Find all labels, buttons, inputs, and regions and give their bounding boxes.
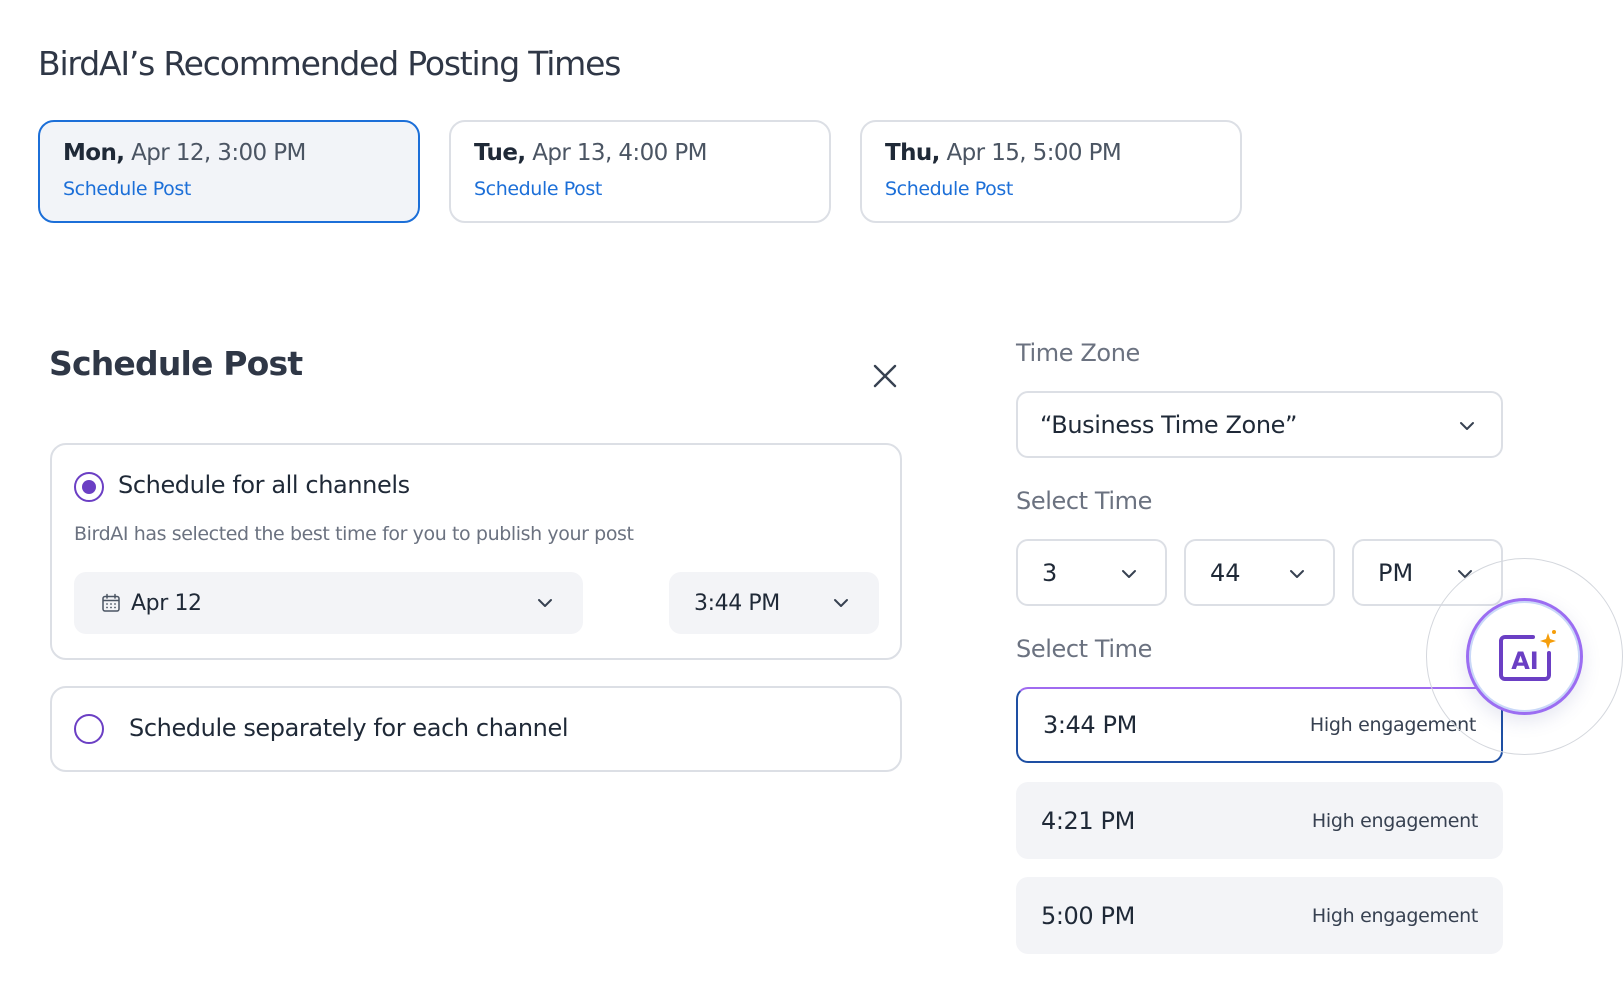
- suggested-time-label: Select Time: [1016, 635, 1153, 663]
- schedule-separately-label[interactable]: Schedule separately for each channel: [129, 714, 568, 742]
- chevron-down-icon: [1457, 416, 1477, 436]
- time-select[interactable]: 3:44 PM: [669, 572, 879, 634]
- time-slot-engagement: High engagement: [1311, 904, 1478, 927]
- recommended-day: Mon,: [63, 140, 125, 166]
- time-slot-time: 3:44 PM: [1043, 711, 1137, 739]
- hour-select[interactable]: 3: [1016, 539, 1167, 606]
- time-slot[interactable]: 3:44 PM High engagement: [1016, 687, 1503, 763]
- meridiem-value: PM: [1378, 558, 1414, 587]
- schedule-separately-radio[interactable]: [74, 714, 104, 744]
- recommended-card-thu[interactable]: Thu, Apr 15, 5:00 PM Schedule Post: [860, 120, 1242, 223]
- time-slot[interactable]: 4:21 PM High engagement: [1016, 782, 1503, 859]
- time-slot[interactable]: 5:00 PM High engagement: [1016, 877, 1503, 954]
- schedule-all-channels-label[interactable]: Schedule for all channels: [118, 471, 410, 499]
- close-button[interactable]: [870, 361, 900, 391]
- date-select[interactable]: Apr 12: [74, 572, 583, 634]
- recommended-title: BirdAI’s Recommended Posting Times: [38, 44, 621, 83]
- chevron-down-icon: [1119, 564, 1139, 584]
- schedule-post-link[interactable]: Schedule Post: [474, 178, 602, 200]
- ai-badge-text: AI: [1511, 647, 1539, 675]
- minute-select[interactable]: 44: [1184, 539, 1335, 606]
- time-slot-time: 5:00 PM: [1041, 901, 1135, 930]
- date-value: Apr 12: [131, 590, 202, 616]
- recommended-datetime: Tue, Apr 13, 4:00 PM: [474, 140, 829, 166]
- minute-value: 44: [1210, 558, 1241, 587]
- schedule-post-link[interactable]: Schedule Post: [885, 178, 1013, 200]
- time-slot-engagement: High engagement: [1311, 809, 1478, 832]
- recommended-card-tue[interactable]: Tue, Apr 13, 4:00 PM Schedule Post: [449, 120, 831, 223]
- timezone-label: Time Zone: [1016, 339, 1140, 367]
- recommended-datetime: Thu, Apr 15, 5:00 PM: [885, 140, 1240, 166]
- ai-sparkle-icon: AI: [1498, 629, 1556, 681]
- schedule-separately-option: Schedule separately for each channel: [50, 686, 902, 772]
- timezone-select[interactable]: “Business Time Zone”: [1016, 391, 1503, 458]
- schedule-post-link[interactable]: Schedule Post: [63, 178, 191, 200]
- timezone-value: “Business Time Zone”: [1040, 410, 1298, 439]
- recommended-day: Thu,: [885, 140, 940, 166]
- select-time-label: Select Time: [1016, 487, 1153, 515]
- recommended-datetime: Mon, Apr 12, 3:00 PM: [63, 140, 418, 166]
- schedule-all-channels-option: Schedule for all channels BirdAI has sel…: [50, 443, 902, 660]
- recommended-date: Apr 15, 5:00 PM: [939, 140, 1122, 166]
- recommended-date: Apr 12, 3:00 PM: [124, 140, 306, 166]
- chevron-down-icon: [1287, 564, 1307, 584]
- recommended-card-mon[interactable]: Mon, Apr 12, 3:00 PM Schedule Post: [38, 120, 420, 223]
- time-value: 3:44 PM: [694, 590, 780, 616]
- recommended-date: Apr 13, 4:00 PM: [525, 140, 707, 166]
- recommended-day: Tue,: [474, 140, 526, 166]
- schedule-all-channels-description: BirdAI has selected the best time for yo…: [74, 523, 634, 545]
- chevron-down-icon: [535, 593, 555, 613]
- schedule-post-title: Schedule Post: [49, 344, 303, 383]
- schedule-all-channels-radio[interactable]: [74, 472, 104, 502]
- chevron-down-icon: [831, 593, 851, 613]
- ai-assistant-button[interactable]: AI: [1466, 598, 1583, 715]
- close-icon: [873, 364, 897, 388]
- calendar-icon: [101, 593, 121, 613]
- time-slot-time: 4:21 PM: [1041, 806, 1135, 835]
- page: BirdAI’s Recommended Posting Times Mon, …: [0, 0, 1624, 989]
- hour-value: 3: [1042, 558, 1058, 587]
